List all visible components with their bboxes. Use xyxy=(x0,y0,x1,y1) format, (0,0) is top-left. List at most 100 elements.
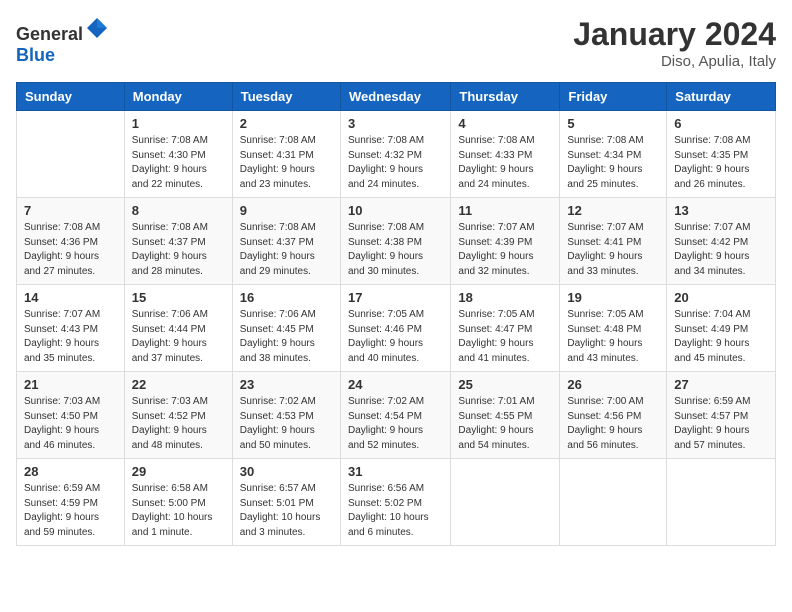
day-number: 30 xyxy=(240,464,333,479)
day-number: 19 xyxy=(567,290,659,305)
day-info: Sunrise: 7:08 AM Sunset: 4:37 PM Dayligh… xyxy=(240,221,333,279)
day-number: 1 xyxy=(132,116,225,131)
day-number: 23 xyxy=(240,377,333,392)
day-number: 15 xyxy=(132,290,225,305)
calendar-week-row: 21 Sunrise: 7:03 AM Sunset: 4:50 PM Dayli… xyxy=(17,372,776,459)
calendar-day-cell: 14Sunrise: 7:07 AM Sunset: 4:43 PM Dayli… xyxy=(17,285,125,372)
day-of-week-header: Thursday xyxy=(451,83,560,111)
day-number: 24 xyxy=(348,377,443,392)
day-info: Sunrise: 7:08 AM Sunset: 4:35 PM Dayligh… xyxy=(674,134,768,192)
calendar-day-cell xyxy=(667,459,776,546)
day-info: Sunrise: 7:00 AM Sunset: 4:56 PM Dayligh… xyxy=(567,395,659,453)
day-number: 29 xyxy=(132,464,225,479)
day-number: 8 xyxy=(132,203,225,218)
day-info: Sunrise: 7:08 AM Sunset: 4:30 PM Dayligh… xyxy=(132,134,225,192)
calendar-day-cell: 27 Sunrise: 6:59 AM Sunset: 4:57 PM Dayli… xyxy=(667,372,776,459)
calendar-day-cell: 13Sunrise: 7:07 AM Sunset: 4:42 PM Dayli… xyxy=(667,198,776,285)
calendar-day-cell: 31 Sunrise: 6:56 AM Sunset: 5:02 PM Dayli… xyxy=(340,459,450,546)
calendar-day-cell xyxy=(17,111,125,198)
day-number: 27 xyxy=(674,377,768,392)
day-number: 22 xyxy=(132,377,225,392)
day-info: Sunrise: 7:07 AM Sunset: 4:43 PM Dayligh… xyxy=(24,308,117,366)
day-number: 9 xyxy=(240,203,333,218)
calendar-day-cell: 12Sunrise: 7:07 AM Sunset: 4:41 PM Dayli… xyxy=(560,198,667,285)
calendar-day-cell: 26 Sunrise: 7:00 AM Sunset: 4:56 PM Dayli… xyxy=(560,372,667,459)
day-number: 7 xyxy=(24,203,117,218)
day-info: Sunrise: 7:02 AM Sunset: 4:53 PM Dayligh… xyxy=(240,395,333,453)
day-info: Sunrise: 7:04 AM Sunset: 4:49 PM Dayligh… xyxy=(674,308,768,366)
day-info: Sunrise: 7:06 AM Sunset: 4:45 PM Dayligh… xyxy=(240,308,333,366)
day-info: Sunrise: 7:03 AM Sunset: 4:52 PM Dayligh… xyxy=(132,395,225,453)
day-info: Sunrise: 6:58 AM Sunset: 5:00 PM Dayligh… xyxy=(132,482,225,540)
day-info: Sunrise: 6:57 AM Sunset: 5:01 PM Dayligh… xyxy=(240,482,333,540)
calendar-day-cell: 11Sunrise: 7:07 AM Sunset: 4:39 PM Dayli… xyxy=(451,198,560,285)
calendar-day-cell: 23 Sunrise: 7:02 AM Sunset: 4:53 PM Dayli… xyxy=(232,372,340,459)
day-number: 2 xyxy=(240,116,333,131)
calendar-day-cell: 28Sunrise: 6:59 AM Sunset: 4:59 PM Dayli… xyxy=(17,459,125,546)
day-info: Sunrise: 7:01 AM Sunset: 4:55 PM Dayligh… xyxy=(458,395,552,453)
day-of-week-header: Monday xyxy=(124,83,232,111)
day-info: Sunrise: 7:08 AM Sunset: 4:34 PM Dayligh… xyxy=(567,134,659,192)
day-number: 5 xyxy=(567,116,659,131)
month-title: January 2024 xyxy=(573,16,776,53)
calendar-day-cell: 8 Sunrise: 7:08 AM Sunset: 4:37 PM Daylig… xyxy=(124,198,232,285)
day-info: Sunrise: 7:02 AM Sunset: 4:54 PM Dayligh… xyxy=(348,395,443,453)
day-of-week-header: Wednesday xyxy=(340,83,450,111)
day-number: 10 xyxy=(348,203,443,218)
day-info: Sunrise: 7:05 AM Sunset: 4:46 PM Dayligh… xyxy=(348,308,443,366)
calendar-day-cell: 19 Sunrise: 7:05 AM Sunset: 4:48 PM Dayli… xyxy=(560,285,667,372)
day-info: Sunrise: 7:08 AM Sunset: 4:33 PM Dayligh… xyxy=(458,134,552,192)
day-number: 26 xyxy=(567,377,659,392)
day-info: Sunrise: 6:59 AM Sunset: 4:59 PM Dayligh… xyxy=(24,482,117,540)
calendar-day-cell xyxy=(560,459,667,546)
logo: General Blue xyxy=(16,16,109,66)
calendar-week-row: 7 Sunrise: 7:08 AM Sunset: 4:36 PM Daylig… xyxy=(17,198,776,285)
logo-icon xyxy=(85,16,109,40)
calendar-day-cell: 9 Sunrise: 7:08 AM Sunset: 4:37 PM Daylig… xyxy=(232,198,340,285)
day-info: Sunrise: 6:56 AM Sunset: 5:02 PM Dayligh… xyxy=(348,482,443,540)
calendar-day-cell: 4Sunrise: 7:08 AM Sunset: 4:33 PM Daylig… xyxy=(451,111,560,198)
calendar-day-cell: 6 Sunrise: 7:08 AM Sunset: 4:35 PM Daylig… xyxy=(667,111,776,198)
calendar-day-cell: 3Sunrise: 7:08 AM Sunset: 4:32 PM Daylig… xyxy=(340,111,450,198)
calendar-day-cell: 17 Sunrise: 7:05 AM Sunset: 4:46 PM Dayli… xyxy=(340,285,450,372)
calendar-day-cell: 18Sunrise: 7:05 AM Sunset: 4:47 PM Dayli… xyxy=(451,285,560,372)
day-number: 18 xyxy=(458,290,552,305)
page-header: General Blue January 2024 Diso, Apulia, … xyxy=(16,16,776,70)
day-info: Sunrise: 7:03 AM Sunset: 4:50 PM Dayligh… xyxy=(24,395,117,453)
logo-general: General xyxy=(16,24,83,44)
day-number: 21 xyxy=(24,377,117,392)
calendar-week-row: 28Sunrise: 6:59 AM Sunset: 4:59 PM Dayli… xyxy=(17,459,776,546)
day-info: Sunrise: 7:08 AM Sunset: 4:36 PM Dayligh… xyxy=(24,221,117,279)
day-number: 20 xyxy=(674,290,768,305)
calendar-day-cell xyxy=(451,459,560,546)
calendar-day-cell: 25 Sunrise: 7:01 AM Sunset: 4:55 PM Dayli… xyxy=(451,372,560,459)
calendar-day-cell: 29 Sunrise: 6:58 AM Sunset: 5:00 PM Dayli… xyxy=(124,459,232,546)
day-number: 17 xyxy=(348,290,443,305)
calendar-day-cell: 7 Sunrise: 7:08 AM Sunset: 4:36 PM Daylig… xyxy=(17,198,125,285)
calendar-day-cell: 30 Sunrise: 6:57 AM Sunset: 5:01 PM Dayli… xyxy=(232,459,340,546)
day-of-week-header: Friday xyxy=(560,83,667,111)
day-info: Sunrise: 7:08 AM Sunset: 4:31 PM Dayligh… xyxy=(240,134,333,192)
calendar-day-cell: 2 Sunrise: 7:08 AM Sunset: 4:31 PM Daylig… xyxy=(232,111,340,198)
day-info: Sunrise: 7:08 AM Sunset: 4:37 PM Dayligh… xyxy=(132,221,225,279)
day-number: 25 xyxy=(458,377,552,392)
calendar-table: SundayMondayTuesdayWednesdayThursdayFrid… xyxy=(16,82,776,546)
calendar-week-row: 1 Sunrise: 7:08 AM Sunset: 4:30 PM Daylig… xyxy=(17,111,776,198)
logo-blue: Blue xyxy=(16,45,55,65)
day-number: 6 xyxy=(674,116,768,131)
logo-text: General Blue xyxy=(16,16,109,66)
day-number: 31 xyxy=(348,464,443,479)
day-info: Sunrise: 6:59 AM Sunset: 4:57 PM Dayligh… xyxy=(674,395,768,453)
day-info: Sunrise: 7:08 AM Sunset: 4:32 PM Dayligh… xyxy=(348,134,443,192)
calendar-day-cell: 22 Sunrise: 7:03 AM Sunset: 4:52 PM Dayli… xyxy=(124,372,232,459)
calendar-header-row: SundayMondayTuesdayWednesdayThursdayFrid… xyxy=(17,83,776,111)
calendar-day-cell: 16 Sunrise: 7:06 AM Sunset: 4:45 PM Dayli… xyxy=(232,285,340,372)
day-of-week-header: Tuesday xyxy=(232,83,340,111)
day-info: Sunrise: 7:08 AM Sunset: 4:38 PM Dayligh… xyxy=(348,221,443,279)
day-number: 16 xyxy=(240,290,333,305)
day-of-week-header: Sunday xyxy=(17,83,125,111)
calendar-week-row: 14Sunrise: 7:07 AM Sunset: 4:43 PM Dayli… xyxy=(17,285,776,372)
day-info: Sunrise: 7:06 AM Sunset: 4:44 PM Dayligh… xyxy=(132,308,225,366)
calendar-day-cell: 5 Sunrise: 7:08 AM Sunset: 4:34 PM Daylig… xyxy=(560,111,667,198)
day-info: Sunrise: 7:05 AM Sunset: 4:48 PM Dayligh… xyxy=(567,308,659,366)
